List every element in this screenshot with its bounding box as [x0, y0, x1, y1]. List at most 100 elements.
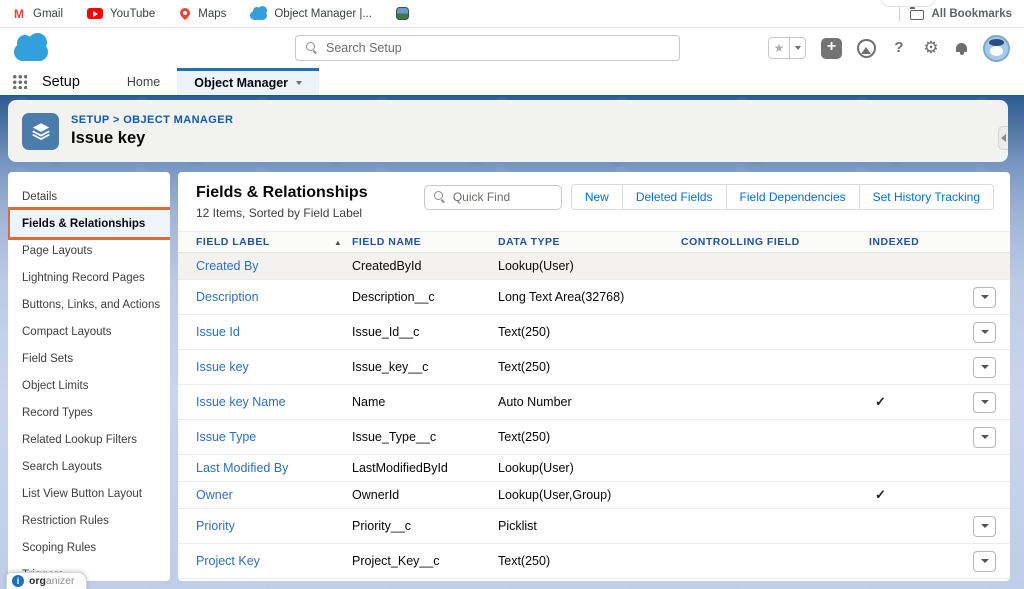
field-name-text: Issue_key__c	[352, 360, 498, 374]
field-label-link[interactable]: Issue key Name	[196, 395, 352, 409]
setup-gear-icon[interactable]	[922, 39, 940, 58]
help-icon[interactable]	[891, 39, 907, 57]
sidebar-item-restriction-rules[interactable]: Restriction Rules	[8, 507, 170, 534]
row-actions-menu-button[interactable]	[973, 287, 996, 308]
sidebar-item-buttons-links-and-actions[interactable]: Buttons, Links, and Actions	[8, 291, 170, 318]
data-type-text: Text(250)	[498, 554, 681, 568]
section-title: Fields & Relationships	[196, 184, 368, 202]
field-label-link[interactable]: Description	[196, 290, 352, 304]
tab-object-manager[interactable]: Object Manager	[177, 68, 319, 95]
bookmark-label: Maps	[198, 8, 226, 20]
chevron-down-icon	[795, 46, 801, 50]
trailhead-help-icon[interactable]	[857, 39, 876, 58]
table-row: PriorityPriority__cPicklist	[178, 509, 1010, 544]
tab-home[interactable]: Home	[110, 68, 177, 95]
field-name-text: LastModifiedById	[352, 461, 498, 475]
field-name-text: Issue_Id__c	[352, 325, 498, 339]
row-actions-menu-button[interactable]	[973, 551, 996, 572]
chevron-down-icon[interactable]	[296, 81, 302, 85]
user-avatar[interactable]	[983, 35, 1010, 62]
salesforce-logo-icon[interactable]	[14, 43, 48, 61]
sidebar-item-label: Page Layouts	[22, 245, 92, 257]
deleted-fields-button[interactable]: Deleted Fields	[622, 184, 727, 210]
column-header-indexed[interactable]: INDEXED	[869, 236, 969, 248]
column-header-controlling-field[interactable]: CONTROLLING FIELD	[681, 236, 869, 248]
column-header-field-name[interactable]: FIELD NAME	[352, 236, 498, 248]
sidebar-item-label: Compact Layouts	[22, 326, 112, 338]
tab-label: Object Manager	[194, 76, 288, 90]
table-row: Issue TypeIssue_Type__cText(250)	[178, 420, 1010, 455]
sidebar-item-search-layouts[interactable]: Search Layouts	[8, 453, 170, 480]
global-search-box[interactable]	[295, 35, 680, 61]
data-type-text: Text(250)	[498, 430, 681, 444]
bookmark-park[interactable]	[396, 7, 409, 20]
indexed-check-icon	[869, 486, 886, 503]
global-actions-icon[interactable]	[821, 38, 842, 59]
quick-find-box[interactable]	[424, 185, 562, 210]
all-bookmarks-button[interactable]: All Bookmarks	[910, 7, 1012, 20]
quick-find-input[interactable]	[453, 190, 543, 204]
data-type-text: Picklist	[498, 519, 681, 533]
field-dependencies-button[interactable]: Field Dependencies	[726, 184, 860, 210]
bookmarks-bar: Gmail YouTube Maps Object Manager |... All …	[0, 0, 1024, 28]
favorites-dropdown-button[interactable]	[790, 37, 806, 59]
new-button[interactable]: New	[571, 184, 623, 210]
column-header-label: DATA TYPE	[498, 236, 560, 248]
sidebar-item-object-limits[interactable]: Object Limits	[8, 372, 170, 399]
field-name-text: Priority__c	[352, 519, 498, 533]
field-label-link[interactable]: Created By	[196, 259, 352, 273]
row-actions-menu-button[interactable]	[973, 392, 996, 413]
indexed-cell	[869, 393, 969, 411]
sidebar-item-fields-relationships[interactable]: Fields & Relationships	[8, 210, 170, 237]
sidebar-item-lightning-record-pages[interactable]: Lightning Record Pages	[8, 264, 170, 291]
sidebar-item-page-layouts[interactable]: Page Layouts	[8, 237, 170, 264]
bookmark-salesforce[interactable]: Object Manager |...	[250, 7, 372, 20]
row-actions-cell	[969, 392, 996, 413]
field-label-link[interactable]: Project Key	[196, 554, 352, 568]
sidebar-item-details[interactable]: Details	[8, 183, 170, 210]
row-actions-menu-button[interactable]	[973, 322, 996, 343]
row-actions-menu-button[interactable]	[973, 357, 996, 378]
row-actions-menu-button[interactable]	[973, 516, 996, 537]
row-actions-cell	[969, 516, 996, 537]
bookmark-gmail[interactable]: Gmail	[12, 8, 63, 20]
bookmark-maps[interactable]: Maps	[179, 7, 226, 21]
all-bookmarks-label: All Bookmarks	[931, 8, 1012, 20]
sidebar-item-compact-layouts[interactable]: Compact Layouts	[8, 318, 170, 345]
tab-label: Home	[127, 75, 160, 89]
sidebar-item-label: Scoping Rules	[22, 542, 96, 554]
field-label-link[interactable]: Owner	[196, 488, 352, 502]
folder-icon	[910, 10, 924, 20]
indexed-cell	[869, 486, 969, 504]
sidebar-item-label: Object Limits	[22, 380, 88, 392]
collapse-header-button[interactable]	[998, 126, 1008, 150]
app-launcher-icon[interactable]	[12, 74, 27, 89]
salesforce-icon	[250, 11, 267, 20]
field-label-link[interactable]: Priority	[196, 519, 352, 533]
favorites-control[interactable]	[768, 37, 806, 59]
field-label-link[interactable]: Issue key	[196, 360, 352, 374]
sidebar-item-record-types[interactable]: Record Types	[8, 399, 170, 426]
bookmark-youtube[interactable]: YouTube	[87, 8, 155, 20]
sidebar-item-list-view-button-layout[interactable]: List View Button Layout	[8, 480, 170, 507]
organizer-info-icon: i	[12, 575, 24, 587]
search-icon	[306, 42, 318, 54]
column-header-field-label[interactable]: FIELD LABEL	[196, 236, 352, 248]
global-search-input[interactable]	[326, 41, 669, 55]
set-history-tracking-button[interactable]: Set History Tracking	[859, 184, 994, 210]
breadcrumb[interactable]: SETUP > OBJECT MANAGER	[71, 114, 233, 126]
sidebar-item-scoping-rules[interactable]: Scoping Rules	[8, 534, 170, 561]
favorites-star-icon[interactable]	[768, 37, 790, 59]
notifications-bell-icon[interactable]	[955, 42, 968, 55]
sidebar-item-field-sets[interactable]: Field Sets	[8, 345, 170, 372]
row-actions-menu-button[interactable]	[973, 427, 996, 448]
organizer-extension-badge[interactable]: i organizer	[6, 572, 87, 589]
field-label-link[interactable]: Last Modified By	[196, 461, 352, 475]
column-header-label: CONTROLLING FIELD	[681, 236, 800, 248]
sidebar-item-related-lookup-filters[interactable]: Related Lookup Filters	[8, 426, 170, 453]
field-label-link[interactable]: Issue Type	[196, 430, 352, 444]
app-name-label: Setup	[42, 74, 80, 90]
divider	[899, 6, 900, 21]
column-header-data-type[interactable]: DATA TYPE	[498, 236, 681, 248]
field-label-link[interactable]: Issue Id	[196, 325, 352, 339]
